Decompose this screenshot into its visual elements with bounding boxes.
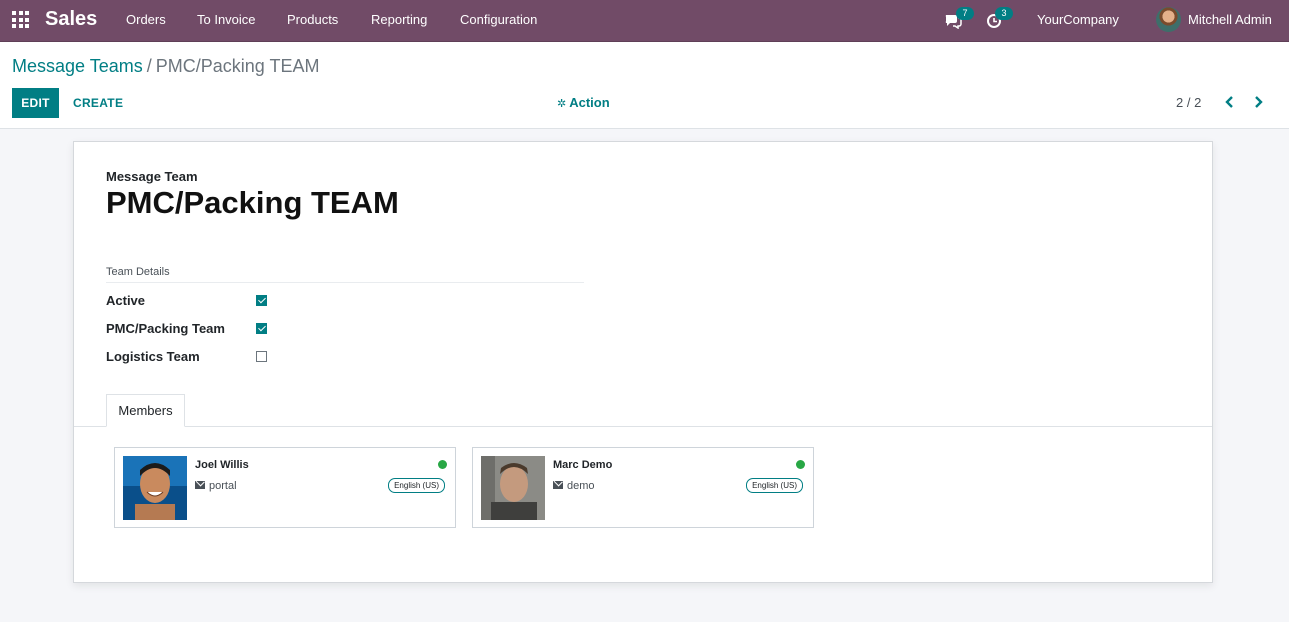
logistics-team-label: Logistics Team <box>106 349 200 364</box>
menu-products[interactable]: Products <box>287 12 338 27</box>
member-photo <box>481 456 545 520</box>
breadcrumb-parent[interactable]: Message Teams <box>12 56 143 76</box>
menu-to-invoice[interactable]: To Invoice <box>197 12 256 27</box>
record-title: PMC/Packing TEAM <box>106 185 399 220</box>
group-title: Team Details <box>106 266 584 283</box>
edit-button[interactable]: EDIT <box>12 88 59 118</box>
create-button[interactable]: CREATE <box>66 88 130 118</box>
pager-value[interactable]: 2 / 2 <box>1176 95 1201 110</box>
user-menu[interactable]: Mitchell Admin <box>1188 12 1272 27</box>
app-menu-icon[interactable] <box>12 11 29 28</box>
action-label: Action <box>569 95 610 110</box>
control-panel: Message Teams / PMC/Packing TEAM EDIT CREA… <box>0 42 1289 129</box>
member-photo <box>123 456 187 520</box>
gear-icon: ✲ <box>557 98 567 110</box>
menu-reporting[interactable]: Reporting <box>371 12 427 27</box>
language-badge: English (US) <box>388 478 445 493</box>
breadcrumb-separator: / <box>146 56 152 76</box>
pmc-packing-team-label: PMC/Packing Team <box>106 321 225 336</box>
member-name: Marc Demo <box>553 459 613 471</box>
pager-next-icon[interactable] <box>1253 95 1263 109</box>
member-login: demo <box>567 480 595 492</box>
action-menu[interactable]: ✲ Action <box>557 95 610 110</box>
pager-previous-icon[interactable] <box>1225 95 1235 109</box>
menu-orders[interactable]: Orders <box>126 12 166 27</box>
messages-badge: 7 <box>956 7 974 20</box>
tab-members[interactable]: Members <box>106 394 185 427</box>
user-avatar[interactable] <box>1156 7 1181 32</box>
logistics-team-checkbox[interactable] <box>256 351 267 362</box>
tabs-divider <box>74 426 1212 427</box>
pmc-packing-team-checkbox[interactable] <box>256 323 267 334</box>
active-checkbox[interactable] <box>256 295 267 306</box>
member-name: Joel Willis <box>195 459 249 471</box>
activities-badge: 3 <box>995 7 1013 20</box>
app-brand[interactable]: Sales <box>45 8 97 31</box>
envelope-icon <box>553 481 563 489</box>
online-status-indicator <box>438 460 447 469</box>
envelope-icon <box>195 481 205 489</box>
member-login: portal <box>209 480 237 492</box>
member-card[interactable]: Marc Demo demo English (US) <box>472 447 814 528</box>
form-sheet: Message Team PMC/Packing TEAM Team Detai… <box>73 141 1213 583</box>
active-label: Active <box>106 293 146 308</box>
breadcrumb-current: PMC/Packing TEAM <box>155 56 320 76</box>
online-status-indicator <box>796 460 805 469</box>
menu-configuration[interactable]: Configuration <box>460 12 537 27</box>
member-card[interactable]: Joel Willis portal English (US) <box>114 447 456 528</box>
company-switcher[interactable]: YourCompany <box>1037 12 1119 27</box>
language-badge: English (US) <box>746 478 803 493</box>
breadcrumb: Message Teams / PMC/Packing TEAM <box>12 56 319 77</box>
name-field-label: Message Team <box>106 169 198 184</box>
top-navbar: Sales Orders To Invoice Products Reporti… <box>0 0 1289 42</box>
